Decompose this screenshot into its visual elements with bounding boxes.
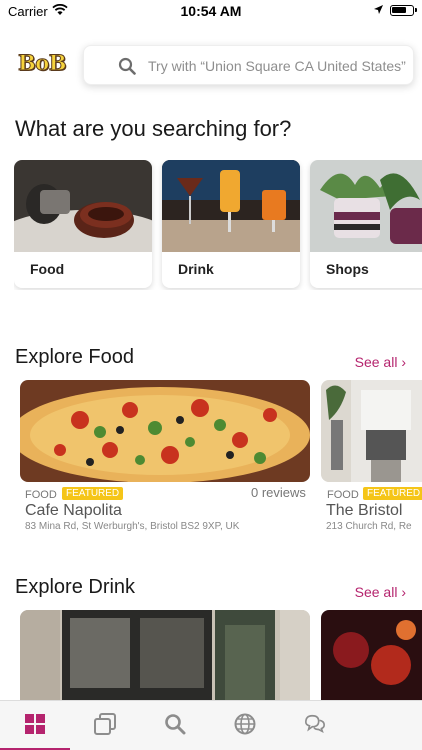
category-label: Drink <box>178 261 214 277</box>
grid-icon <box>25 714 45 734</box>
tab-search[interactable] <box>140 701 210 750</box>
category-label: Food <box>30 261 65 277</box>
battery-icon <box>390 5 417 16</box>
tab-collections[interactable] <box>70 701 140 750</box>
featured-badge: FEATURED <box>62 487 124 500</box>
section-title-food: Explore Food <box>15 346 134 368</box>
food-photo <box>14 160 152 252</box>
tab-explore[interactable] <box>210 701 280 750</box>
place-name: Cafe Napolita <box>25 502 122 519</box>
featured-badge: FEATURED <box>363 487 422 500</box>
location-arrow-icon <box>374 5 383 14</box>
chat-icon <box>305 714 325 733</box>
search-bar[interactable]: Try with “Union Square CA United States” <box>83 45 414 85</box>
app-logo[interactable]: BoB <box>18 50 70 80</box>
search-icon <box>118 57 136 75</box>
globe-icon <box>234 713 256 735</box>
place-address: 213 Church Rd, Re <box>326 521 412 532</box>
category-carousel[interactable]: Food Drink Shops <box>14 160 422 290</box>
review-count: 0 reviews <box>251 485 306 500</box>
place-address: 83 Mina Rd, St Werburgh's, Bristol BS2 9… <box>25 521 240 532</box>
tab-home[interactable] <box>0 701 70 750</box>
category-card-food[interactable]: Food <box>14 160 152 288</box>
place-category: FOOD <box>25 489 57 501</box>
category-card-drink[interactable]: Drink <box>162 160 300 288</box>
chevron-right-icon: › <box>401 354 406 370</box>
status-bar: Carrier 10:54 AM <box>0 0 422 22</box>
see-all-food-link[interactable]: See all › <box>355 354 406 370</box>
tab-bar <box>0 700 422 750</box>
drink-place-card-2[interactable] <box>321 610 422 700</box>
drink-place-card-1[interactable] <box>20 610 310 700</box>
category-label: Shops <box>326 261 369 277</box>
pizza-photo <box>20 380 310 482</box>
clock: 10:54 AM <box>180 3 242 19</box>
see-all-label: See all <box>354 354 398 370</box>
chevron-right-icon: › <box>401 584 406 600</box>
shops-photo <box>310 160 422 252</box>
page-title: What are you searching for? <box>15 116 292 141</box>
see-all-drink-link[interactable]: See all › <box>355 584 406 600</box>
drink-photo <box>162 160 300 252</box>
see-all-label: See all <box>354 584 398 600</box>
cards-icon <box>94 713 116 735</box>
search-placeholder: Try with “Union Square CA United States” <box>148 58 406 74</box>
cafe-interior-photo <box>321 380 422 482</box>
tab-messages[interactable] <box>280 701 350 750</box>
place-name: The Bristol <box>326 502 403 519</box>
category-card-shops[interactable]: Shops <box>310 160 422 288</box>
place-category: FOOD <box>327 489 359 501</box>
search-icon <box>165 714 186 735</box>
section-title-drink: Explore Drink <box>15 576 136 598</box>
